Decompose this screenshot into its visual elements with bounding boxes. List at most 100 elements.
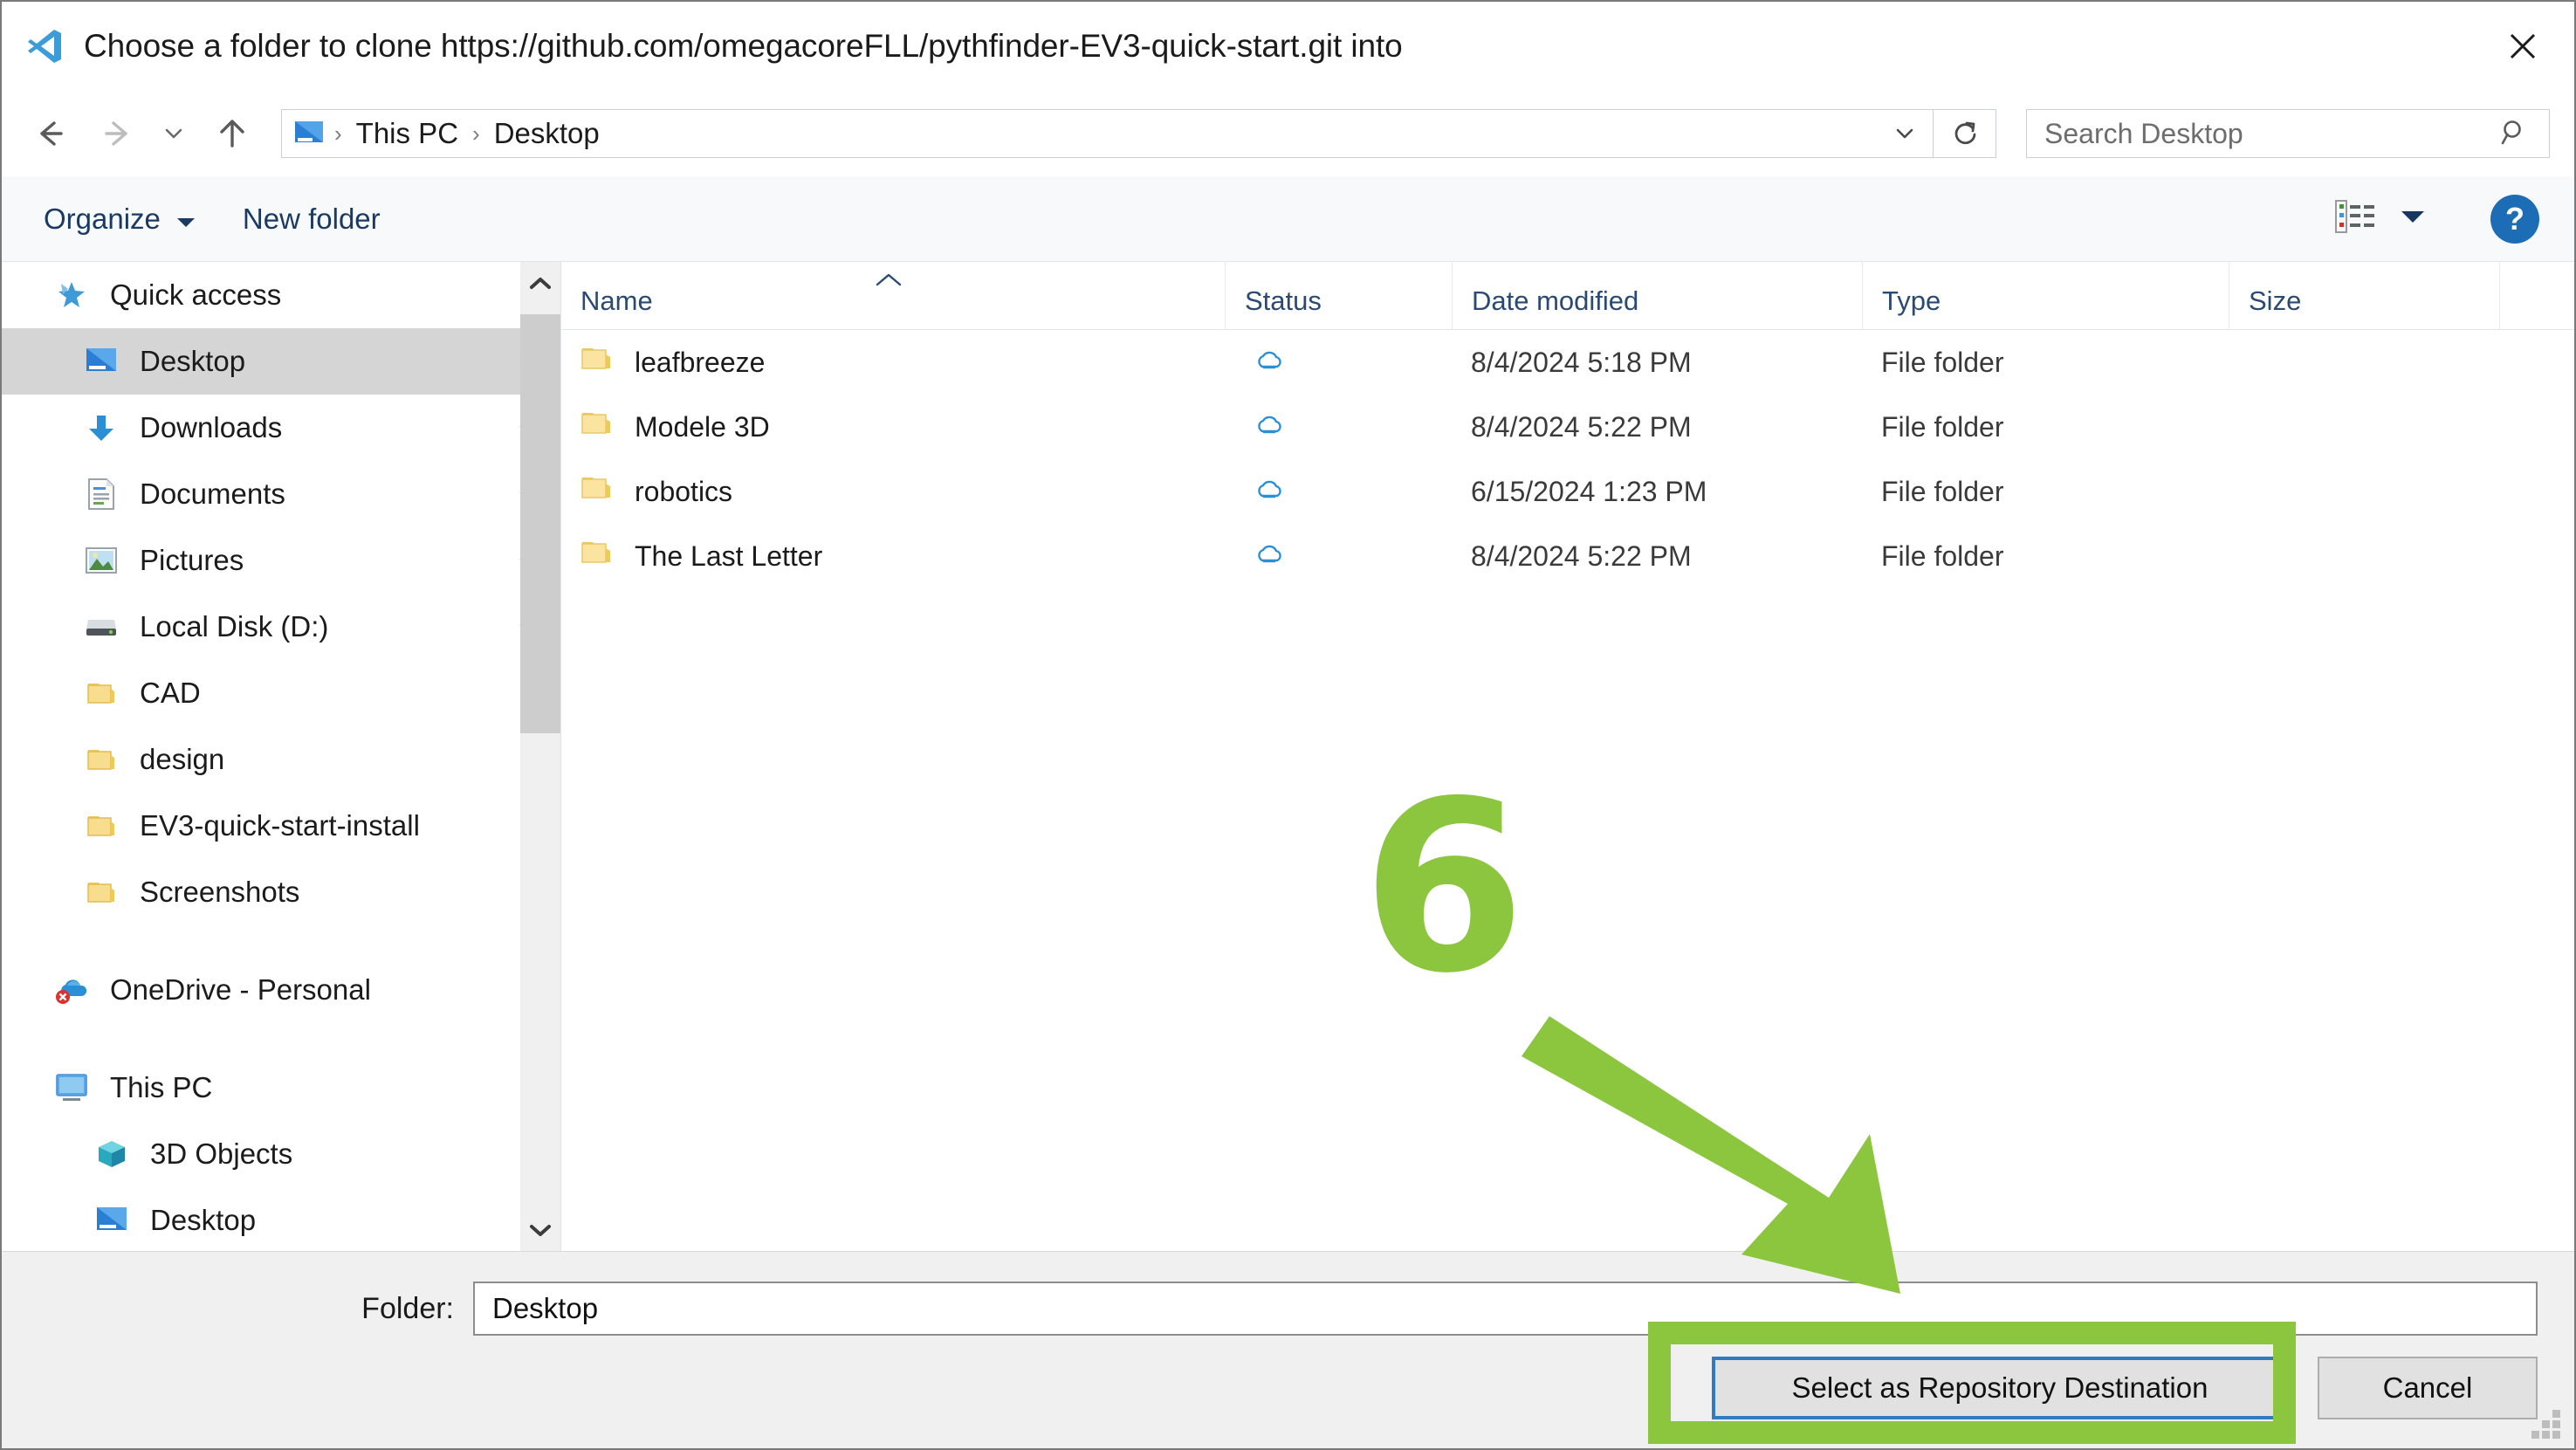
organize-button[interactable]: Organize [28,194,211,244]
organize-label: Organize [44,203,161,236]
dialog-body: Quick access Desktop [2,262,2574,1251]
file-type-cell: File folder [1862,476,2229,508]
file-type-cell: File folder [1862,347,2229,379]
resize-grip[interactable] [2524,1399,2564,1440]
sidebar-item-this-pc[interactable]: This PC [2,1055,560,1121]
chevron-down-icon[interactable] [520,1209,560,1251]
file-date-cell: 8/4/2024 5:22 PM [1452,540,1862,573]
navigation-bar: › This PC › Desktop [2,91,2574,176]
file-name-label: The Last Letter [635,540,822,573]
folder-icon [82,813,120,839]
file-date-cell: 6/15/2024 1:23 PM [1452,476,1862,508]
sidebar-item-label: Documents [140,478,285,511]
chevron-down-icon[interactable] [1877,110,1933,157]
new-folder-button[interactable]: New folder [227,194,396,244]
sort-ascending-icon [874,271,903,292]
sidebar-spacer [2,1023,560,1055]
sidebar-item-desktop[interactable]: Desktop [2,328,560,395]
cloud-icon [1253,540,1286,573]
sidebar-item-label: Local Disk (D:) [140,610,328,643]
file-type-cell: File folder [1862,540,2229,573]
cloud-icon [1253,476,1286,508]
table-row[interactable]: leafbreeze 8/4/2024 5:18 PM File folder [561,330,2574,395]
sidebar-item-cad[interactable]: CAD [2,660,560,726]
help-button[interactable]: ? [2490,195,2539,244]
toolbar-right-group: ? [2323,192,2574,245]
list-details-icon [2335,199,2377,238]
chevron-up-icon[interactable] [520,262,560,304]
table-row[interactable]: Modele 3D 8/4/2024 5:22 PM File folder [561,395,2574,459]
sidebar-item-3d-objects[interactable]: 3D Objects [2,1121,560,1187]
sidebar-item-label: Pictures [140,544,244,577]
search-icon [2498,116,2530,152]
sidebar-item-documents[interactable]: Documents [2,461,560,527]
window-title: Choose a folder to clone https://github.… [84,28,1403,65]
sidebar-item-local-disk-d[interactable]: Local Disk (D:) [2,594,560,660]
file-type-cell: File folder [1862,411,2229,443]
new-folder-label: New folder [243,203,381,236]
breadcrumb-desktop[interactable]: Desktop [491,117,603,150]
sidebar-item-label: Desktop [150,1204,256,1237]
file-name-cell: Modele 3D [561,409,1225,444]
breadcrumb-this-pc[interactable]: This PC [353,117,462,150]
address-bar[interactable]: › This PC › Desktop [281,109,1934,158]
file-status-cell [1225,476,1452,508]
folder-icon [580,474,612,509]
arrow-right-icon[interactable] [91,106,147,161]
folder-icon [580,539,612,574]
sidebar-item-screenshots[interactable]: Screenshots [2,859,560,925]
sidebar-item-downloads[interactable]: Downloads [2,395,560,461]
file-status-cell [1225,411,1452,443]
3dobjects-icon [93,1139,131,1169]
cloud-icon [1253,411,1286,443]
sidebar-item-label: This PC [110,1071,212,1104]
close-icon[interactable] [2497,21,2548,72]
folder-icon [580,345,612,380]
file-name-cell: robotics [561,474,1225,509]
sidebar-item-design[interactable]: design [2,726,560,793]
file-name-label: leafbreeze [635,347,765,379]
arrow-left-icon[interactable] [21,106,77,161]
documents-icon [82,478,120,511]
refresh-icon[interactable] [1934,109,1996,158]
sidebar-item-quick-access[interactable]: Quick access [2,262,560,328]
view-mode-button[interactable] [2323,192,2438,245]
table-row[interactable]: robotics 6/15/2024 1:23 PM File folder [561,459,2574,524]
search-input[interactable] [2044,118,2498,150]
scrollbar-track[interactable] [520,304,560,1209]
sidebar-spacer [2,925,560,957]
table-row[interactable]: The Last Letter 8/4/2024 5:22 PM File fo… [561,524,2574,588]
drive-icon [82,615,120,639]
folder-input-wrapper[interactable] [473,1282,2538,1336]
folder-icon [82,879,120,905]
sidebar-item-pictures[interactable]: Pictures [2,527,560,594]
column-header-size[interactable]: Size [2229,261,2499,329]
cloud-icon [1253,347,1286,379]
column-header-type[interactable]: Type [1862,261,2229,329]
navigation-sidebar: Quick access Desktop [2,262,560,1251]
cancel-button[interactable]: Cancel [2318,1357,2538,1419]
folder-input[interactable] [492,1292,2536,1325]
sidebar-item-label: design [140,743,224,776]
select-as-repository-destination-button[interactable]: Select as Repository Destination [1712,1357,2288,1419]
file-name-label: Modele 3D [635,411,770,443]
file-date-cell: 8/4/2024 5:22 PM [1452,411,1862,443]
column-header-status[interactable]: Status [1225,261,1452,329]
sidebar-scrollbar[interactable] [520,262,560,1251]
scrollbar-thumb[interactable] [520,314,560,733]
pictures-icon [82,546,120,575]
column-header-date-modified[interactable]: Date modified [1452,261,1862,329]
thispc-icon [52,1073,91,1103]
column-headers: Name Status Date modified Type Size [561,262,2574,330]
sidebar-item-onedrive-personal[interactable]: OneDrive - Personal [2,957,560,1023]
arrow-up-icon[interactable] [204,106,260,161]
file-name-label: robotics [635,476,732,508]
chevron-down-icon[interactable] [154,106,194,161]
search-box[interactable] [2026,109,2550,158]
sidebar-item-desktop-thispc[interactable]: Desktop [2,1187,560,1251]
file-picker-dialog: Choose a folder to clone https://github.… [0,0,2576,1450]
sidebar-item-ev3-quick-start-install[interactable]: EV3-quick-start-install [2,793,560,859]
sidebar-item-label: EV3-quick-start-install [140,809,420,842]
desktop-icon [82,347,120,375]
file-status-cell [1225,347,1452,379]
